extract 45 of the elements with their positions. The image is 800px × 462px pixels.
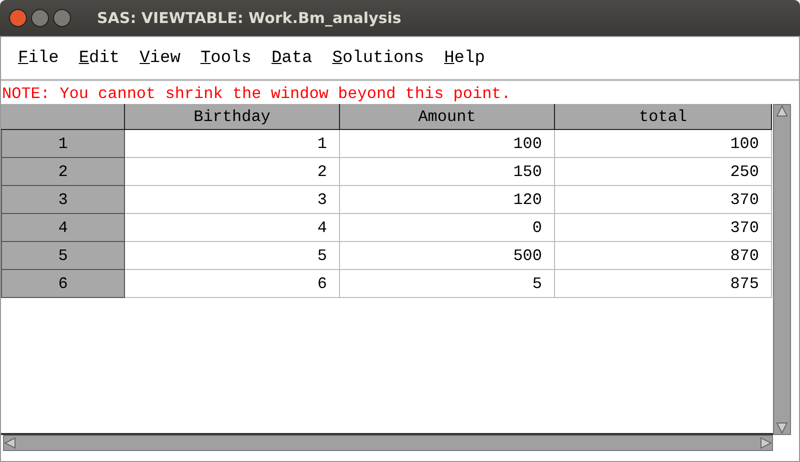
row-header[interactable]: 3	[1, 186, 125, 214]
table-cell: 370	[555, 186, 772, 214]
menu-item[interactable]: Solutions	[332, 48, 424, 68]
table-cell: 3	[125, 186, 340, 214]
row-header[interactable]: 2	[1, 158, 125, 186]
scroll-down-icon[interactable]	[776, 422, 788, 434]
table-cell: 5	[125, 242, 340, 270]
table-cell: 370	[555, 214, 772, 242]
table-cell: 500	[340, 242, 555, 270]
row-header[interactable]: 5	[1, 242, 125, 270]
menu-item[interactable]: View	[140, 48, 180, 68]
window-title: SAS: VIEWTABLE: Work.Bm_analysis	[97, 9, 402, 27]
table-cell: 250	[555, 158, 772, 186]
row-header[interactable]: 6	[1, 270, 125, 298]
row-header[interactable]: 4	[1, 214, 125, 242]
table-cell: 150	[340, 158, 555, 186]
table-cell: 2	[125, 158, 340, 186]
scroll-up-icon[interactable]	[776, 105, 788, 117]
column-header[interactable]: Birthday	[125, 104, 340, 130]
table-cell: 6	[125, 270, 340, 298]
scroll-left-icon[interactable]	[4, 437, 16, 449]
table-cell: 875	[555, 270, 772, 298]
scroll-right-icon[interactable]	[760, 437, 772, 449]
menu-item[interactable]: Data	[271, 48, 312, 68]
close-button[interactable]	[9, 9, 27, 27]
table-cell: 100	[555, 130, 772, 158]
minimize-button[interactable]	[31, 9, 49, 27]
table-cell: 100	[340, 130, 555, 158]
table-cell: 870	[555, 242, 772, 270]
table-cell: 5	[340, 270, 555, 298]
note-message: NOTE: You cannot shrink the window beyond this point.	[1, 84, 512, 104]
column-header[interactable]: total	[555, 104, 772, 130]
horizontal-scrollbar[interactable]	[3, 435, 773, 451]
table-cell: 4	[125, 214, 340, 242]
menu-item[interactable]: Tools	[200, 48, 252, 68]
maximize-button[interactable]	[53, 9, 71, 27]
table-cell: 0	[340, 214, 555, 242]
menu-item[interactable]: File	[18, 48, 59, 68]
column-header[interactable]: Amount	[340, 104, 555, 130]
table-cell: 1	[125, 130, 340, 158]
row-header[interactable]: 1	[1, 130, 125, 158]
menu-item[interactable]: Edit	[78, 48, 120, 68]
menu-item[interactable]: Help	[444, 48, 485, 68]
vertical-scrollbar[interactable]	[773, 104, 791, 435]
table-cell: 120	[340, 186, 555, 214]
